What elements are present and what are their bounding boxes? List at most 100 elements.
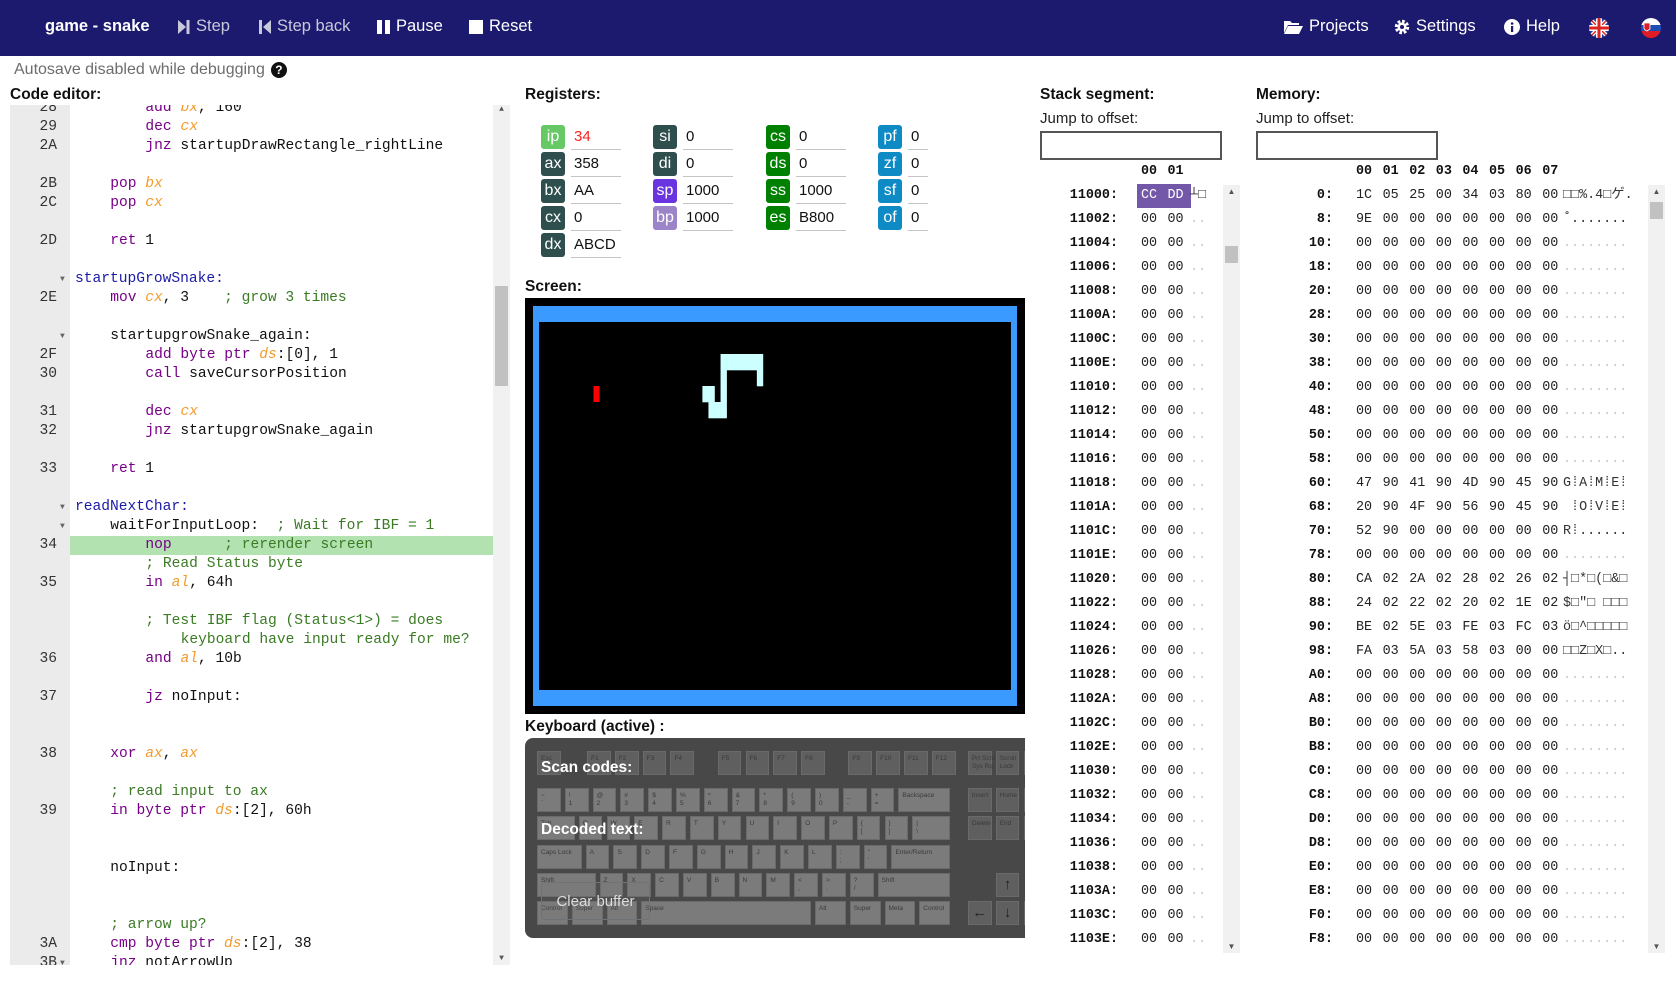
byte-cell[interactable]: 00 [1542,256,1558,280]
byte-cell[interactable]: BE [1356,616,1372,640]
byte-cell[interactable]: 00 [1436,256,1452,280]
byte-cell[interactable]: 00 [1462,784,1478,808]
byte-cell[interactable]: 00 [1383,424,1399,448]
byte-cell[interactable]: 00 [1383,376,1399,400]
byte-cell[interactable]: 00 [1168,616,1184,640]
byte-cell[interactable]: 00 [1141,304,1157,328]
byte-cell[interactable]: 00 [1489,424,1505,448]
key[interactable]: Delete [967,816,992,840]
key[interactable]: Home [995,788,1020,812]
byte-cell[interactable]: 00 [1356,856,1372,880]
byte-cell[interactable]: 00 [1383,328,1399,352]
key[interactable]: A [585,845,610,869]
code-text[interactable]: ret 1 [70,460,493,479]
key[interactable]: Scroll Lock [995,751,1020,775]
byte-cell[interactable]: 00 [1383,352,1399,376]
byte-cell[interactable]: 00 [1141,400,1157,424]
byte-cell[interactable]: 00 [1168,856,1184,880]
byte-cell[interactable]: 00 [1141,880,1157,904]
byte-cell[interactable]: 00 [1542,352,1558,376]
reset-button[interactable]: Reset [469,17,532,36]
register-value[interactable]: 0 [571,206,621,231]
byte-cell[interactable]: 00 [1168,544,1184,568]
byte-cell[interactable]: 00 [1409,256,1425,280]
byte-cell[interactable]: 00 [1383,448,1399,472]
byte-cell[interactable]: 00 [1516,208,1532,232]
byte-cell[interactable]: 00 [1409,424,1425,448]
byte-cell[interactable]: 00 [1436,232,1452,256]
byte-cell[interactable]: 00 [1516,376,1532,400]
key[interactable]: F11 [903,751,928,775]
code-line[interactable]: 2A jnz startupDrawRectangle_rightLine [10,137,493,156]
key[interactable]: ← [967,901,992,925]
byte-cell[interactable]: 00 [1141,544,1157,568]
code-text[interactable] [70,897,493,916]
byte-cell[interactable]: 02 [1383,568,1399,592]
code-line[interactable] [10,821,493,840]
byte-cell[interactable]: 90 [1489,496,1505,520]
byte-cell[interactable]: 00 [1409,928,1425,952]
byte-cell[interactable]: 03 [1436,640,1452,664]
byte-cell[interactable]: 41 [1409,472,1425,496]
byte-cell[interactable]: 00 [1141,808,1157,832]
byte-cell[interactable]: 00 [1409,352,1425,376]
byte-cell[interactable]: 00 [1141,784,1157,808]
key[interactable]: Control [919,901,950,925]
fold-arrow-icon[interactable]: ▼ [60,327,65,346]
key[interactable]: & 7 [731,788,756,812]
byte-cell[interactable]: 00 [1383,832,1399,856]
code-line[interactable]: ▼ startupGrowSnake: [10,270,493,289]
register-value[interactable]: 358 [571,152,621,177]
byte-cell[interactable]: 03 [1542,616,1558,640]
byte-cell[interactable]: 00 [1141,640,1157,664]
byte-cell[interactable]: 00 [1489,328,1505,352]
byte-cell[interactable]: 90 [1383,472,1399,496]
byte-cell[interactable]: 00 [1409,664,1425,688]
code-text[interactable] [70,251,493,270]
byte-cell[interactable]: 00 [1489,280,1505,304]
key[interactable]: C [655,873,679,897]
byte-cell[interactable]: 00 [1462,352,1478,376]
byte-cell[interactable]: 00 [1383,712,1399,736]
code-line[interactable]: 32 jnz startupgrowSnake_again [10,422,493,441]
code-text[interactable]: add bx, 160 [70,105,493,118]
byte-cell[interactable]: 00 [1436,832,1452,856]
byte-cell[interactable]: 00 [1356,328,1372,352]
help-button[interactable]: Help [1504,17,1560,36]
key[interactable]: Shift [877,873,950,897]
byte-cell[interactable]: 00 [1489,808,1505,832]
code-text[interactable] [70,593,493,612]
key[interactable]: G [696,845,721,869]
key[interactable]: ! 1 [564,788,589,812]
byte-cell[interactable]: 00 [1462,520,1478,544]
byte-cell[interactable]: 24 [1356,592,1372,616]
byte-cell[interactable]: 00 [1516,448,1532,472]
byte-cell[interactable]: 90 [1436,496,1452,520]
register-value[interactable]: 0 [683,125,733,150]
byte-cell[interactable]: 00 [1409,280,1425,304]
code-text[interactable]: waitForInputLoop: ; Wait for IBF = 1 [70,517,493,536]
byte-cell[interactable]: 00 [1168,208,1184,232]
byte-cell[interactable]: 00 [1383,760,1399,784]
byte-cell[interactable]: 00 [1409,712,1425,736]
code-line[interactable]: 28 add bx, 160 [10,105,493,118]
byte-cell[interactable]: 00 [1462,256,1478,280]
code-text[interactable] [70,878,493,897]
byte-cell[interactable]: 00 [1542,856,1558,880]
byte-cell[interactable]: 00 [1516,640,1532,664]
byte-cell[interactable]: 90 [1542,472,1558,496]
byte-cell[interactable]: 00 [1516,712,1532,736]
register-value[interactable]: 34 [571,125,621,150]
byte-cell[interactable]: 00 [1462,832,1478,856]
projects-button[interactable]: Projects [1284,17,1369,36]
byte-cell[interactable]: 00 [1516,520,1532,544]
key[interactable]: Insert [967,788,992,812]
code-text[interactable]: xor ax, ax [70,745,493,764]
byte-cell[interactable]: 00 [1436,184,1452,208]
code-text[interactable] [70,669,493,688]
byte-cell[interactable]: 00 [1489,544,1505,568]
key[interactable]: O [801,816,825,840]
byte-cell[interactable]: 00 [1168,688,1184,712]
byte-cell[interactable]: 00 [1168,496,1184,520]
code-text[interactable]: ret 1 [70,232,493,251]
